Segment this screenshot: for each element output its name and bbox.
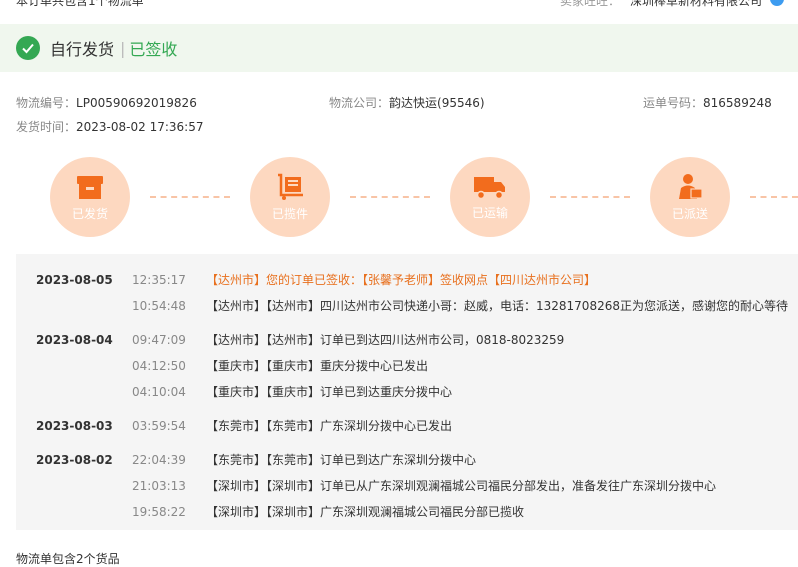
logistics-number-value: LP00590692019826 [76,96,197,110]
check-icon [16,36,40,60]
timeline-row: 10:54:48 【达州市】【达州市】四川达州市公司快递小哥：赵威，电话：132… [16,296,798,316]
waybill-number: 运单号码：816589248 [643,94,772,111]
ship-time: 发货时间：2023-08-02 17:36:57 [16,118,203,135]
step-shipped: 已发货 [50,157,130,237]
timeline-row: 04:12:50 【重庆市】【重庆市】重庆分拨中心已发出 [16,356,798,376]
delivery-status: 已签收 [129,40,178,59]
timeline-row: 04:10:04 【重庆市】【重庆市】订单已到达重庆分拨中心 [16,382,798,402]
seller-label: 卖家旺旺： [559,0,620,8]
step-label: 已运输 [471,205,508,220]
timeline-row: 2023-08-03 03:59:54 【东莞市】【东莞市】广东深圳分拨中心已发… [16,416,798,436]
timeline-row: 19:58:22 【深圳市】【深圳市】广东深圳观澜福城公司福民分部已揽收 [16,502,798,522]
timeline-date: 2023-08-02 [36,453,113,467]
timeline-text: 【达州市】【达州市】订单已到达四川达州市公司，0818-8023259 [206,333,565,347]
goods-count: 物流单包含2个货品 [16,552,120,566]
timeline-time: 22:04:39 [132,453,186,467]
step-connector [150,196,230,198]
timeline-text: 【东莞市】【东莞市】广东深圳分拨中心已发出 [206,419,453,433]
ship-time-label: 发货时间： [16,120,77,134]
timeline-date: 2023-08-04 [36,333,113,347]
timeline-text: 【达州市】您的订单已签收：【张馨予老师】签收网点【四川达州市公司】 [206,273,597,287]
timeline-date: 2023-08-03 [36,419,113,433]
timeline-time: 12:35:17 [132,273,186,287]
logistics-number: 物流编号：LP00590692019826 [16,94,197,111]
timeline-time: 03:59:54 [132,419,186,433]
logistics-company-label: 物流公司： [329,96,390,110]
logistics-company-value: 韵达快运(95546) [389,96,485,110]
box-icon [77,175,103,199]
ship-time-value: 2023-08-02 17:36:57 [76,120,204,134]
timeline-text: 【深圳市】【深圳市】订单已从广东深圳观澜福城公司福民分部发出，准备发往广东深圳分… [206,479,717,493]
logistics-company: 物流公司：韵达快运(95546) [329,94,485,111]
timeline-time: 19:58:22 [132,505,186,519]
seller-name[interactable]: 深圳棒草新材料有限公司 [630,0,762,8]
timeline-row: 21:03:13 【深圳市】【深圳市】订单已从广东深圳观澜福城公司福民分部发出，… [16,476,798,496]
step-delivering: 已派送 [650,157,730,237]
truck-icon [474,176,505,199]
timeline-text: 【达州市】【达州市】四川达州市公司快递小哥：赵威，电话：13281708268正… [206,299,788,313]
tracking-timeline: 2023-08-05 12:35:17 【达州市】您的订单已签收：【张馨予老师】… [16,254,798,530]
timeline-text: 【深圳市】【深圳市】广东深圳观澜福城公司福民分部已揽收 [206,505,525,519]
status-bar: 自行发货 | 已签收 [0,24,798,72]
progress-steps: 已发货 已揽件 已运输 已派送 [50,157,798,237]
chat-icon[interactable] [770,0,784,6]
step-connector [350,196,430,198]
timeline-date: 2023-08-05 [36,273,113,287]
timeline-time: 09:47:09 [132,333,186,347]
timeline-row: 2023-08-05 12:35:17 【达州市】您的订单已签收：【张馨予老师】… [16,270,798,290]
timeline-text: 【东莞市】【东莞市】订单已到达广东深圳分拨中心 [206,453,477,467]
waybill-number-value: 816589248 [703,96,772,110]
step-picked-up: 已揽件 [250,157,330,237]
courier-icon [679,173,703,199]
delivery-method: 自行发货 [50,40,115,59]
step-label: 已揽件 [271,206,308,221]
step-label: 已发货 [71,206,108,221]
waybill-number-label: 运单号码： [643,96,704,110]
package-pickup-icon [278,173,303,200]
step-connector [550,196,630,198]
timeline-row: 2023-08-02 22:04:39 【东莞市】【东莞市】订单已到达广东深圳分… [16,450,798,470]
seller-info: 卖家旺旺： 深圳棒草新材料有限公司 [560,0,762,9]
timeline-time: 10:54:48 [132,299,186,313]
timeline-row: 2023-08-04 09:47:09 【达州市】【达州市】订单已到达四川达州市… [16,330,798,350]
logistics-number-label: 物流编号： [16,96,77,110]
timeline-time: 04:10:04 [132,385,186,399]
timeline-time: 21:03:13 [132,479,186,493]
timeline-time: 04:12:50 [132,359,186,373]
timeline-text: 【重庆市】【重庆市】重庆分拨中心已发出 [206,359,429,373]
step-label: 已派送 [671,206,708,221]
top-strip: 本订单共包含1个物流单 卖家旺旺： 深圳棒草新材料有限公司 [0,0,798,12]
step-connector [750,196,798,198]
step-in-transit: 已运输 [450,157,530,237]
order-summary: 本订单共包含1个物流单 [16,0,144,8]
timeline-text: 【重庆市】【重庆市】订单已到达重庆分拨中心 [206,385,453,399]
status-separator: | [120,38,126,58]
